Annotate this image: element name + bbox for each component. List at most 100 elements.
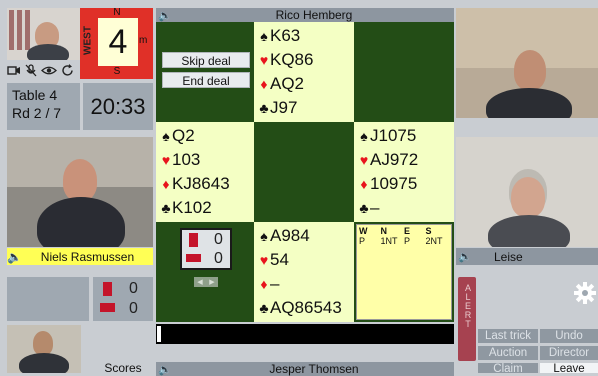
north-name-bar: 🔈 Rico Hemberg	[156, 8, 454, 22]
west-name-bar: 🔈 Niels Rasmussen	[7, 248, 153, 265]
heart-icon: ♥	[259, 52, 269, 68]
north-hand: ♠ K63 ♥ KQ86 ♦ AQ2 ♣J97	[254, 22, 354, 122]
auction-button[interactable]: Auction	[478, 346, 538, 360]
bid-header-w: W	[359, 226, 368, 236]
skip-deal-button[interactable]: Skip deal	[162, 52, 250, 68]
claim-button[interactable]: Claim	[478, 363, 538, 373]
diamond-icon: ♦	[260, 276, 268, 292]
vertical-tricks-count: 0	[129, 280, 138, 297]
east-person-body	[488, 215, 570, 247]
table-trick-counter: 0 0	[180, 228, 232, 270]
horizontal-tricks-icon	[100, 303, 115, 312]
west-clubs: ♣K102	[156, 196, 254, 220]
speaker-icon[interactable]: 🔈	[156, 363, 174, 376]
wall-photos	[9, 10, 33, 50]
message-strip-cursor	[157, 326, 161, 342]
bidding-row: P 1NT P 2NT	[357, 236, 451, 246]
horizontal-tricks-icon	[186, 254, 201, 262]
table-center	[254, 122, 354, 222]
undo-button[interactable]: Undo	[540, 329, 598, 343]
west-hand: ♠ Q2 ♥ 103 ♦ KJ8643 ♣K102	[156, 122, 254, 222]
east-clubs: ♣–	[354, 196, 454, 220]
next-trick-icon[interactable]: ▶	[209, 278, 214, 286]
message-strip	[156, 324, 454, 344]
club-icon: ♣	[259, 300, 269, 316]
heart-icon: ♥	[259, 252, 269, 268]
bid-call: P	[404, 236, 411, 246]
west-hearts: ♥ 103	[156, 148, 254, 172]
refresh-icon[interactable]	[61, 63, 74, 77]
timer: 20:33	[83, 83, 153, 130]
west-video	[7, 137, 153, 247]
club-icon: ♣	[259, 100, 269, 116]
table-cell-nw: Skip deal End deal	[156, 22, 254, 122]
speaker-icon[interactable]: 🔈	[7, 250, 22, 264]
dealer-west-label: WEST	[80, 18, 96, 66]
south-hearts: ♥ 54	[254, 248, 354, 272]
east-name-bar: 🔈 Leise	[456, 248, 598, 265]
scores-button[interactable]: Scores	[93, 362, 153, 376]
bid-header-s: S	[425, 226, 432, 236]
south-clubs: ♣AQ86543	[254, 296, 354, 320]
spade-icon: ♠	[260, 228, 268, 244]
leave-button[interactable]: Leave	[540, 363, 598, 373]
west-spades: ♠ Q2	[156, 124, 254, 148]
west-person-body	[37, 197, 125, 247]
prev-trick-icon[interactable]: ◀	[197, 278, 202, 286]
club-icon: ♣	[161, 200, 171, 216]
north-person-head	[514, 50, 546, 90]
board-number: 4	[98, 18, 138, 66]
horizontal-tricks-count: 0	[214, 250, 223, 267]
club-icon: ♣	[359, 200, 369, 216]
east-hearts: ♥ AJ972	[354, 148, 454, 172]
west-diamonds: ♦ KJ8643	[156, 172, 254, 196]
mic-muted-icon[interactable]	[25, 63, 37, 77]
diamond-icon: ♦	[162, 176, 170, 192]
director-button[interactable]: Director	[540, 346, 598, 360]
alert-button[interactable]: ALERT	[458, 277, 476, 361]
table-info: Table 4 Rd 2 / 7	[7, 83, 80, 130]
timer-value: 20:33	[90, 94, 146, 119]
spade-icon: ♠	[260, 28, 268, 44]
board-indicator: N S WEST 4 m	[80, 7, 153, 79]
table-cell-sw: 0 0 ◀ ▶	[156, 222, 254, 322]
gear-icon[interactable]	[574, 282, 596, 304]
bidding-headers: W N E S	[357, 225, 451, 236]
horizontal-tricks-count: 0	[129, 300, 138, 317]
spade-icon: ♠	[360, 128, 368, 144]
bid-call: 2NT	[425, 236, 443, 246]
south-spades: ♠ A984	[254, 224, 354, 248]
table-cell-se: W N E S P 1NT P 2NT	[354, 222, 454, 322]
vertical-tricks-icon	[103, 282, 112, 296]
trick-nav[interactable]: ◀ ▶	[194, 277, 218, 287]
vertical-tricks-count: 0	[214, 231, 223, 248]
side-trick-counter: 0 0	[93, 277, 153, 321]
east-player-name: Leise	[494, 249, 523, 264]
west-person-head	[63, 159, 97, 201]
eye-icon[interactable]	[41, 65, 57, 76]
speaker-icon[interactable]: 🔈	[156, 9, 174, 22]
end-deal-button[interactable]: End deal	[162, 72, 250, 88]
camera-icon[interactable]	[7, 64, 21, 76]
speaker-icon[interactable]: 🔈	[456, 250, 474, 263]
round-indicator: Rd 2 / 7	[12, 105, 62, 121]
bid-call: P	[359, 236, 366, 246]
west-player-name: Niels Rasmussen	[40, 249, 135, 264]
south-name-bar: 🔈 Jesper Thomsen	[156, 362, 454, 376]
alert-label: ALERT	[463, 283, 473, 328]
self-person-body	[27, 44, 69, 60]
bid-call: 1NT	[380, 236, 398, 246]
east-hand: ♠ J1075 ♥ AJ972 ♦ 10975 ♣–	[354, 122, 454, 222]
dealer-seat-text: WEST	[82, 26, 94, 55]
bid-header-e: E	[404, 226, 411, 236]
vertical-tricks-icon	[189, 233, 198, 247]
vulnerability-label: m	[139, 35, 148, 46]
north-video	[456, 8, 598, 118]
diamond-icon: ♦	[260, 76, 268, 92]
spade-icon: ♠	[162, 128, 170, 144]
heart-icon: ♥	[359, 152, 369, 168]
east-spades: ♠ J1075	[354, 124, 454, 148]
north-diamonds: ♦ AQ2	[254, 72, 354, 96]
last-trick-button[interactable]: Last trick	[478, 329, 538, 343]
bidding-box: W N E S P 1NT P 2NT	[356, 224, 452, 320]
